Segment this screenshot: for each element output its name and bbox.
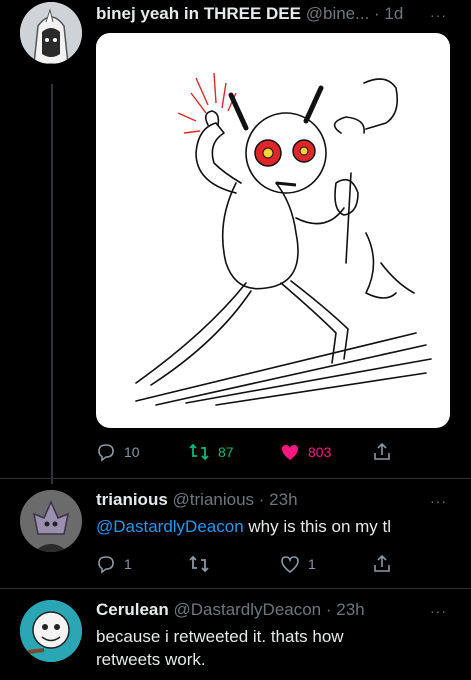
timestamp[interactable]: · 23h	[326, 600, 365, 619]
more-icon[interactable]: ···	[430, 603, 447, 619]
mention-link[interactable]: @DastardlyDeacon	[96, 517, 244, 536]
avatar-image	[20, 600, 82, 662]
like-icon	[282, 445, 298, 460]
timestamp[interactable]: · 1d	[374, 4, 403, 23]
divider	[0, 478, 471, 479]
avatar[interactable]	[20, 600, 82, 662]
timestamp[interactable]: · 23h	[259, 490, 298, 509]
avatar-image	[20, 2, 82, 64]
thread-line	[51, 84, 53, 484]
more-icon[interactable]: ···	[430, 7, 447, 23]
share-button[interactable]	[372, 554, 392, 574]
display-name[interactable]: Cerulean	[96, 600, 169, 619]
reply-icon	[98, 444, 114, 462]
share-icon	[374, 554, 390, 572]
retweet-icon	[189, 555, 209, 573]
reply-button[interactable]: 1	[96, 554, 132, 574]
handle[interactable]: @trianious	[173, 490, 255, 509]
like-button[interactable]: 1	[280, 554, 316, 574]
reply-count: 10	[124, 444, 140, 460]
like-count: 1	[308, 556, 316, 572]
drawing-image	[135, 72, 432, 406]
tweet-text-line: because i retweeted it. thats how	[96, 627, 344, 646]
tweet-text: because i retweeted it. thats how retwee…	[96, 625, 456, 671]
like-icon	[281, 556, 299, 574]
tweet-header: binej yeah in THREE DEE @bine... · 1d	[96, 4, 403, 24]
avatar[interactable]	[20, 2, 82, 64]
divider	[0, 588, 471, 589]
display-name[interactable]: binej yeah in THREE DEE	[96, 4, 301, 23]
retweet-button[interactable]	[188, 554, 210, 574]
tweet-header: trianious @trianious · 23h	[96, 490, 298, 510]
retweet-icon	[189, 443, 209, 461]
share-icon	[374, 442, 390, 460]
tweet-text-line: retweets work.	[96, 650, 206, 669]
like-button[interactable]: 803	[280, 442, 331, 462]
handle[interactable]: @DastardlyDeacon	[173, 600, 321, 619]
share-button[interactable]	[372, 442, 392, 462]
reply-button[interactable]: 10	[96, 442, 140, 462]
reply-icon	[98, 556, 114, 574]
like-count: 803	[308, 444, 332, 460]
reply-count: 1	[124, 556, 132, 572]
tweet-actions: 1 1	[96, 552, 456, 576]
display-name[interactable]: trianious	[96, 490, 168, 509]
tweet-text-content: why is this on my tl	[243, 517, 392, 536]
tweet-text: @DastardlyDeacon why is this on my tl	[96, 515, 456, 538]
avatar-image	[20, 490, 82, 552]
more-icon[interactable]: ···	[430, 493, 447, 509]
tweet-media[interactable]	[96, 33, 450, 428]
tweet-header: Cerulean @DastardlyDeacon · 23h	[96, 600, 365, 620]
tweet-actions: 10 87 803	[96, 440, 456, 464]
retweet-count: 87	[218, 444, 234, 460]
retweet-button[interactable]: 87	[188, 442, 234, 462]
avatar[interactable]	[20, 490, 82, 552]
handle[interactable]: @bine...	[306, 4, 370, 23]
